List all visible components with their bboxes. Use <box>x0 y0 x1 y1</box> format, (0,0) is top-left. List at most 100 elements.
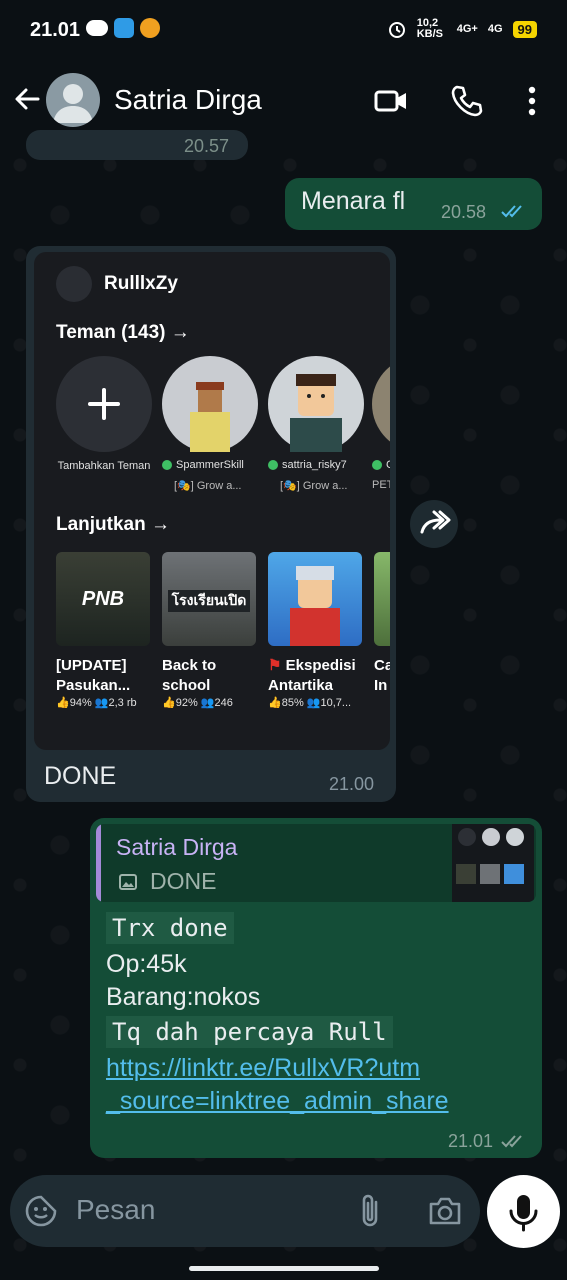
message-link[interactable]: _source=linktree_admin_share <box>106 1085 449 1118</box>
app-notification-icon <box>114 18 134 38</box>
game-thumbnail-text: โรงเรียนเปิด <box>168 590 250 612</box>
attach-icon[interactable] <box>356 1192 386 1230</box>
game-title: Back to school <box>162 657 217 694</box>
status-right: 10,2 KB/S 4G+ 4G 99 <box>387 18 537 40</box>
plus-icon <box>88 388 120 420</box>
game-title: Ekspedisi Antartika <box>268 657 356 694</box>
roblox-user-avatar <box>56 266 92 302</box>
roblox-avatar-icon <box>190 382 230 452</box>
friend-name-row: C <box>372 459 390 471</box>
contact-name[interactable]: Satria Dirga <box>114 84 262 116</box>
thumb-square <box>456 864 476 884</box>
shared-screenshot[interactable]: RulllxZy Teman (143) → Tambahkan Teman S… <box>34 252 390 750</box>
add-friend-button <box>56 356 152 452</box>
message-time: 20.57 <box>184 136 230 156</box>
roblox-username: RulllxZy <box>104 273 178 294</box>
flag-icon: ⚑ <box>268 657 282 674</box>
game-rating: 85% <box>281 697 304 709</box>
message-line: Barang:nokos <box>106 983 261 1011</box>
friend-avatar <box>162 356 258 452</box>
quoted-image-thumbnail <box>452 824 534 902</box>
thumb-square <box>504 864 524 884</box>
game-thumbnail <box>268 552 362 646</box>
alarm-icon <box>388 22 405 38</box>
signal-4g-plus: 4G+ <box>456 23 478 35</box>
microphone-icon <box>509 1195 538 1232</box>
game-thumbnail: PNB <box>56 552 150 646</box>
friend-name: C <box>386 459 390 471</box>
quoted-message[interactable]: Satria Dirga DONE <box>96 824 536 902</box>
friends-heading: Teman (143) → <box>56 322 190 343</box>
voice-record-button[interactable] <box>487 1175 560 1248</box>
roblox-avatar-icon <box>290 374 342 452</box>
game-players: 2,3 rb <box>108 697 137 709</box>
add-friend-label: Tambahkan Teman <box>57 460 151 472</box>
message-input-placeholder[interactable]: Pesan <box>76 1194 155 1226</box>
friend-name: sattria_risky7 <box>282 459 347 471</box>
game-players: 10,7... <box>320 697 352 709</box>
game-title: [UPDATE] Pasukan... <box>56 657 131 694</box>
message-text: Menara fl <box>301 187 406 215</box>
game-stats: 👍94% 👥2,3 rb <box>56 697 137 709</box>
notification-icons <box>86 18 160 38</box>
friend-name-row: sattria_risky7 <box>268 459 378 471</box>
friend-status: [🎭] Grow a... <box>174 480 242 492</box>
contact-avatar[interactable] <box>46 73 100 127</box>
game-title: Ca In <box>374 657 390 694</box>
emoji-sticker-icon[interactable] <box>24 1194 58 1228</box>
continue-heading: Lanjutkan → <box>56 514 171 535</box>
friend-name-row: SpammerSkill <box>162 459 272 471</box>
message-line-code: Trx done <box>106 912 234 944</box>
message-link[interactable]: https://linktr.ee/RullxVR?utm <box>106 1052 420 1085</box>
game-players: 246 <box>214 697 233 709</box>
image-icon <box>119 874 137 890</box>
status-bar: 21.01 10,2 KB/S 4G+ 4G 99 <box>0 0 567 60</box>
default-avatar-icon <box>53 84 93 123</box>
forward-icon <box>420 510 451 534</box>
friend-name: SpammerSkill <box>176 459 244 471</box>
message-line: Op:45k <box>106 950 187 978</box>
signal-4g: 4G <box>487 23 503 35</box>
quoted-text: DONE <box>150 868 217 894</box>
thumb-circle <box>482 828 500 846</box>
phone-call-icon[interactable] <box>449 83 485 119</box>
friend-status: PET <box>372 479 390 491</box>
message-text: DONE <box>44 762 117 790</box>
app-notification-icon <box>140 18 160 38</box>
online-dot <box>162 460 172 471</box>
thumb-square <box>480 864 500 884</box>
status-time: 21.01 <box>30 19 81 41</box>
game-rating: 92% <box>175 697 198 709</box>
back-arrow-icon[interactable] <box>10 82 44 116</box>
message-time: 21.01 <box>448 1131 494 1151</box>
friend-status: [🎭] Grow a... <box>280 480 348 492</box>
more-options-icon[interactable] <box>514 83 550 119</box>
game-stats: 👍92% 👥246 <box>162 697 233 709</box>
game-rating: 94% <box>69 697 92 709</box>
message-time: 20.58 <box>441 202 487 222</box>
quote-accent-bar <box>96 824 101 902</box>
battery-level: 99 <box>512 20 537 38</box>
net-speed: 10,2 KB/S <box>416 17 444 40</box>
message-line-code: Tq dah percaya Rull <box>106 1016 393 1048</box>
thumb-circle <box>506 828 524 846</box>
game-thumbnail-text: PNB <box>81 588 125 610</box>
thumb-circle <box>458 828 476 846</box>
friend-avatar <box>268 356 364 452</box>
online-dot <box>372 460 382 471</box>
video-call-icon[interactable] <box>373 83 409 119</box>
game-thumbnail <box>374 552 390 646</box>
forward-button[interactable] <box>410 500 458 548</box>
camera-icon[interactable] <box>427 1194 463 1228</box>
quoted-sender: Satria Dirga <box>116 834 238 860</box>
read-ticks-icon <box>501 205 522 218</box>
app-notification-icon <box>86 20 108 36</box>
roblox-character-icon <box>290 566 340 646</box>
read-ticks-icon <box>501 1135 522 1148</box>
message-time: 21.00 <box>329 774 375 794</box>
online-dot <box>268 460 278 471</box>
gesture-navigation-bar[interactable] <box>189 1266 379 1271</box>
friend-avatar <box>372 356 390 452</box>
game-thumbnail: โรงเรียนเปิด <box>162 552 256 646</box>
game-title-row: ⚑ Ekspedisi Antartika <box>268 656 368 696</box>
